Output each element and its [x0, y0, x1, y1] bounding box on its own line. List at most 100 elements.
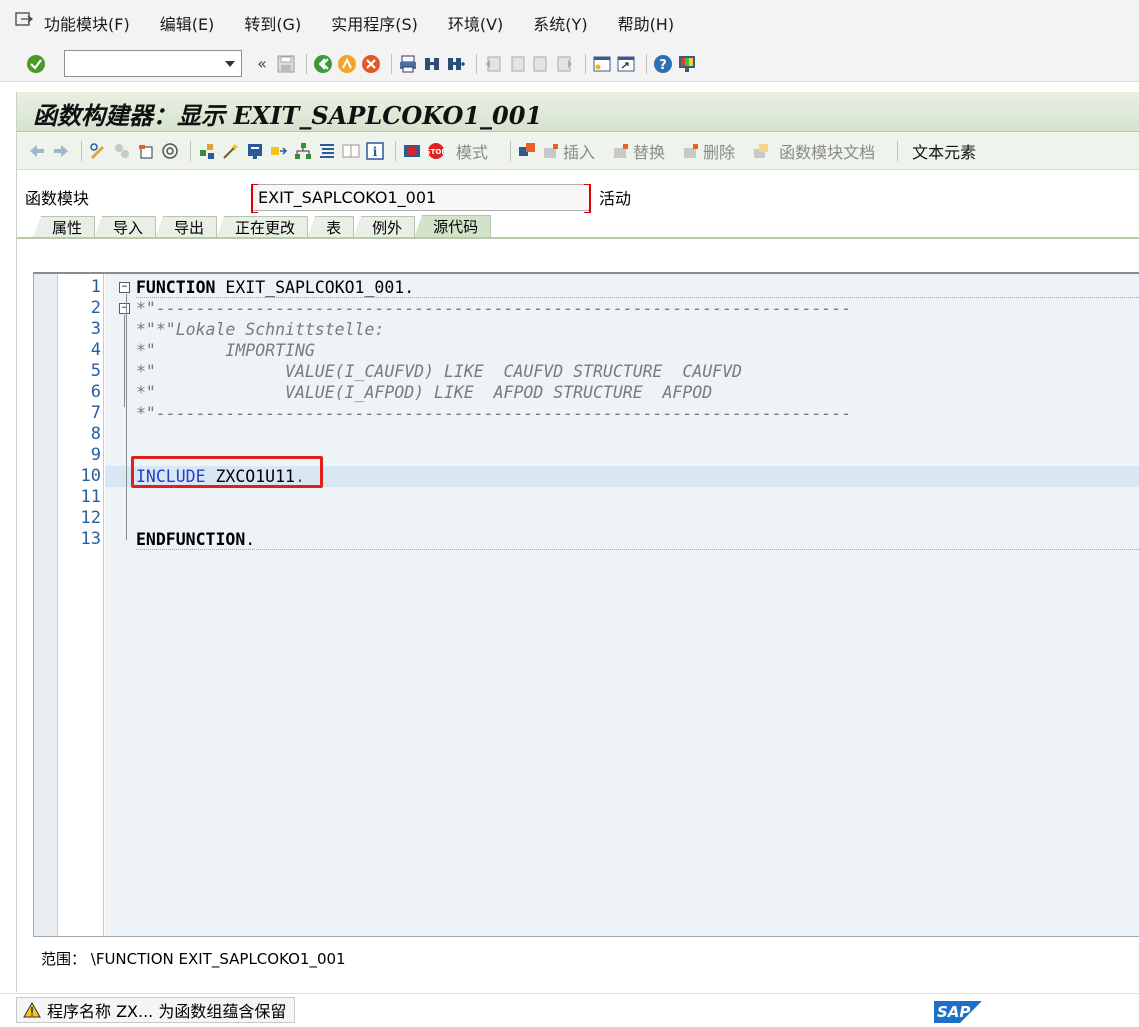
status-message[interactable]: 程序名称 ZX... 为函数组蕴含保留 [16, 997, 296, 1023]
menu-system[interactable]: 系统(Y) [533, 11, 587, 35]
text-elements-button[interactable]: 文本元素 [912, 139, 976, 163]
line-number: 11 [80, 487, 101, 507]
replace-icon[interactable] [611, 141, 631, 161]
exit-icon[interactable] [337, 54, 357, 74]
fold-collapse-icon[interactable]: − [119, 303, 130, 314]
insert-icon[interactable] [541, 141, 561, 161]
arrow-right-icon[interactable] [51, 141, 71, 161]
function-module-label: 函数模块 [25, 189, 90, 208]
tab-exceptions[interactable]: 例外 [353, 216, 416, 238]
breakpoint-stop-icon[interactable]: STOP [426, 141, 446, 161]
svg-text:?: ? [659, 58, 667, 73]
tab-import[interactable]: 导入 [94, 216, 157, 238]
insert-label[interactable]: 插入 [563, 139, 595, 163]
status-bar: 程序名称 ZX... 为函数组蕴含保留 SAP [0, 993, 1139, 1027]
fm-documentation-label[interactable]: 函数模块文档 [779, 139, 875, 163]
code-line-13: ENDFUNCTION. [136, 529, 255, 550]
previous-page-icon[interactable] [507, 54, 527, 74]
fold-guide [126, 294, 127, 540]
save-icon[interactable] [276, 54, 296, 74]
activate-icon[interactable] [160, 141, 180, 161]
fm-documentation-icon[interactable] [751, 141, 771, 161]
new-session-icon[interactable] [592, 54, 612, 74]
hierarchy-icon[interactable] [293, 141, 313, 161]
customize-layout-icon[interactable] [677, 54, 697, 74]
command-field[interactable] [64, 50, 242, 77]
line-numbers: 1 2 3 4 5 6 7 8 9 10 11 12 13 [58, 274, 104, 936]
display-change-icon[interactable] [88, 141, 108, 161]
menu-utilities[interactable]: 实用程序(S) [331, 11, 418, 35]
line-number: 7 [90, 403, 101, 423]
print-icon[interactable] [398, 54, 418, 74]
keyword-function: FUNCTION [136, 278, 216, 297]
delete-icon[interactable] [681, 141, 701, 161]
first-page-icon[interactable] [483, 54, 503, 74]
enhancement-icon[interactable] [517, 141, 537, 161]
check-icon[interactable] [136, 141, 156, 161]
replace-label[interactable]: 替换 [633, 139, 665, 163]
help-icon[interactable]: ? [653, 54, 673, 74]
toolbar-separator [476, 53, 477, 74]
svg-text:i: i [373, 145, 378, 159]
code-line-4: *" IMPORTING [136, 341, 315, 360]
toolbar-separator [585, 53, 586, 74]
mode-label[interactable]: 模式 [456, 139, 488, 163]
menu-bar: 功能模块(F) 编辑(E) 转到(G) 实用程序(S) 环境(V) 系统(Y) … [0, 0, 1139, 46]
navigation-icon[interactable] [269, 141, 289, 161]
magic-wand-icon[interactable] [221, 141, 241, 161]
find-next-icon[interactable] [446, 54, 466, 74]
create-shortcut-icon[interactable] [616, 54, 636, 74]
next-page-icon[interactable] [531, 54, 551, 74]
last-page-icon[interactable] [555, 54, 575, 74]
function-module-field[interactable]: EXIT_SAPLCOKO1_001 [251, 183, 591, 213]
split-screen-icon[interactable] [341, 141, 361, 161]
active-inactive-icon[interactable] [112, 141, 132, 161]
pretty-printer-icon[interactable] [317, 141, 337, 161]
menu-help[interactable]: 帮助(H) [618, 11, 675, 35]
tab-tables[interactable]: 表 [307, 216, 355, 238]
info-icon[interactable]: i [365, 141, 385, 161]
application-toolbar: i STOP 模式 插入 替换 删除 函数模块文档 文本元素 [17, 132, 1139, 170]
breakpoint-session-icon[interactable] [402, 141, 422, 161]
tab-source-code[interactable]: 源代码 [414, 215, 492, 238]
menu-function-module[interactable]: 功能模块(F) [44, 11, 130, 35]
line-number: 2 [90, 298, 101, 318]
editor-gutter [34, 274, 58, 936]
line-number: 4 [90, 340, 101, 360]
abap-editor[interactable]: 1 2 3 4 5 6 7 8 9 10 11 12 13 − − FUNCTI… [33, 272, 1139, 937]
tab-export[interactable]: 导出 [155, 216, 218, 238]
tab-attributes[interactable]: 属性 [33, 216, 96, 238]
function-module-status: 活动 [599, 189, 632, 208]
object-list-icon[interactable] [245, 141, 265, 161]
toolbar-separator [897, 140, 899, 161]
cancel-icon[interactable] [361, 54, 381, 74]
scope-indicator: 范围： \FUNCTION EXIT_SAPLCOKO1_001 [41, 950, 346, 968]
toolbar-separator [81, 140, 82, 161]
system-toolbar: « ? [0, 46, 1139, 82]
collapse-double-chevron-icon[interactable]: « [252, 54, 272, 74]
tab-strip: 属性 导入 导出 正在更改 表 例外 源代码 [33, 214, 492, 238]
line-number: 5 [90, 361, 101, 381]
enter-check-icon[interactable] [26, 54, 46, 74]
delete-label[interactable]: 删除 [703, 139, 735, 163]
menu-environment[interactable]: 环境(V) [448, 11, 503, 35]
title-bar: 函数构建器：显示 EXIT_SAPLCOKO1_001 [17, 92, 1139, 132]
code-line-1: FUNCTION EXIT_SAPLCOKO1_001. [136, 277, 414, 298]
menu-edit[interactable]: 编辑(E) [160, 11, 215, 35]
line-number: 6 [90, 382, 101, 402]
back-icon[interactable] [313, 54, 333, 74]
code-line-5: *" VALUE(I_CAUFVD) LIKE CAUFVD STRUCTURE… [136, 362, 742, 381]
find-icon[interactable] [422, 54, 442, 74]
toolbar-separator [306, 53, 307, 74]
menu-goto[interactable]: 转到(G) [244, 11, 301, 35]
fold-collapse-icon[interactable]: − [119, 282, 130, 293]
code-area[interactable]: − − FUNCTION EXIT_SAPLCOKO1_001. *"-----… [105, 274, 1139, 936]
menu-exit-icon[interactable] [14, 10, 34, 30]
chevron-down-icon[interactable] [225, 61, 235, 67]
where-used-icon[interactable] [197, 141, 217, 161]
page-title: 函数构建器：显示 EXIT_SAPLCOKO1_001 [33, 101, 543, 130]
tab-changing[interactable]: 正在更改 [216, 216, 309, 238]
arrow-left-icon[interactable] [27, 141, 47, 161]
tab-divider [17, 237, 1139, 239]
status-message-text: 程序名称 ZX... 为函数组蕴含保留 [47, 1002, 287, 1021]
